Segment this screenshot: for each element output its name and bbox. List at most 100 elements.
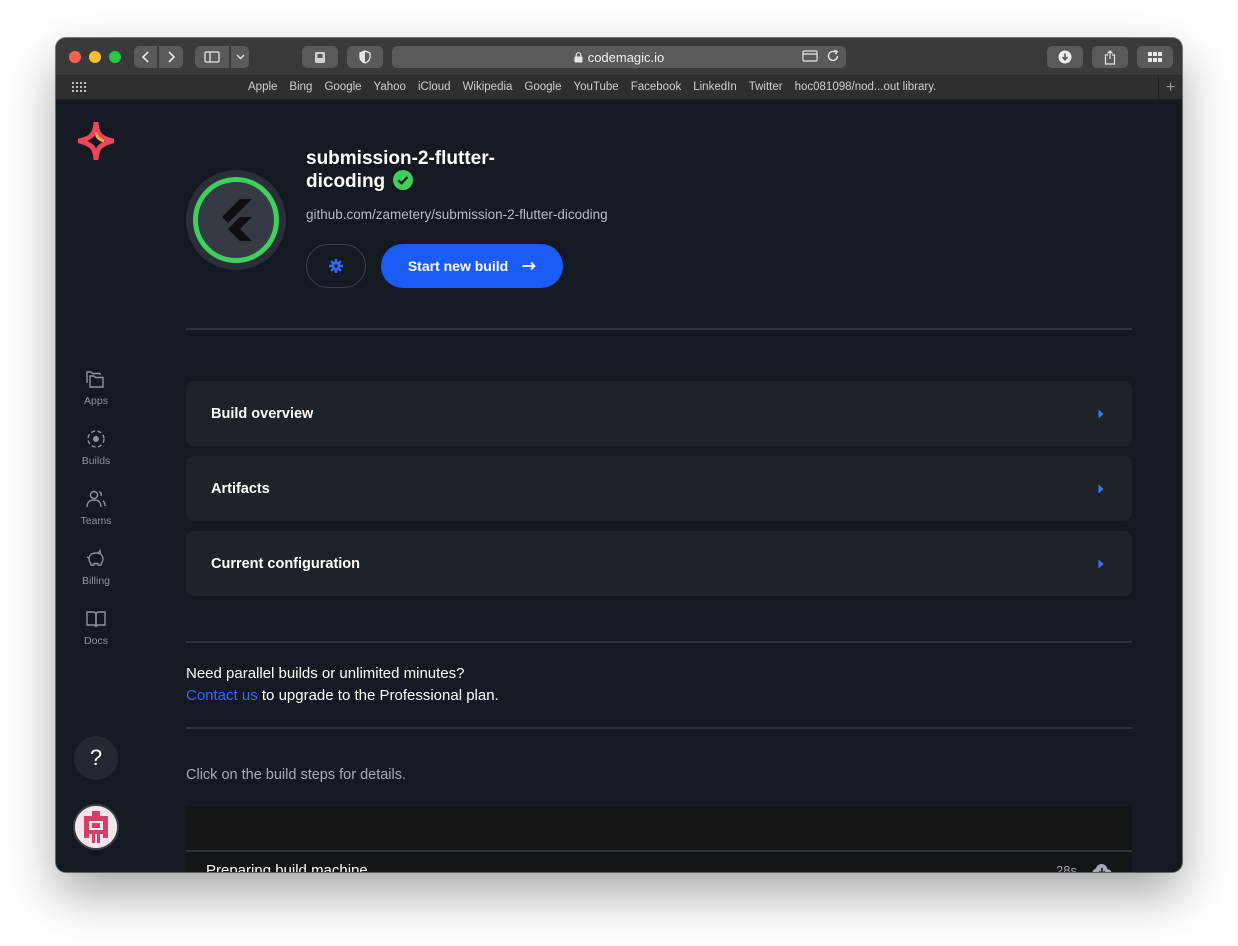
panel-title: Build overview [211, 405, 314, 422]
builds-icon [87, 430, 105, 448]
favorite-link[interactable]: Bing [289, 81, 312, 93]
new-tab-button[interactable]: + [1158, 76, 1182, 100]
app-name-line1: submission-2-flutter- [306, 148, 495, 169]
chevron-right-icon [168, 51, 176, 63]
favorites-bar: Apple Bing Google Yahoo iCloud Wikipedia… [56, 76, 1182, 100]
extension-icon [315, 51, 325, 63]
book-icon [86, 611, 106, 628]
sidebar-item-label: Builds [81, 455, 111, 467]
panel-title: Artifacts [211, 480, 270, 497]
sidebar-item-teams[interactable]: Teams [56, 488, 136, 548]
folders-icon [86, 371, 104, 388]
grid-icon [1148, 52, 1162, 62]
favorite-link[interactable]: Yahoo [374, 81, 406, 93]
upgrade-question: Need parallel builds or unlimited minute… [186, 665, 465, 682]
cloud-download-icon[interactable] [1092, 863, 1112, 872]
caret-right-icon [1098, 484, 1104, 493]
caret-right-icon [1098, 409, 1104, 418]
favorite-link[interactable]: Twitter [749, 81, 783, 93]
build-steps-hint: Click on the build steps for details. [186, 767, 407, 783]
flutter-icon [222, 199, 252, 241]
favorite-link[interactable]: Wikipedia [463, 81, 513, 93]
help-label: ? [89, 745, 103, 770]
sidebar-item-label: Teams [80, 515, 112, 527]
favorite-link[interactable]: Apple [248, 81, 277, 93]
address-url: codemagic.io [587, 49, 665, 65]
divider [186, 328, 1132, 330]
panel-artifacts[interactable]: Artifacts [186, 456, 1132, 521]
build-step-duration: 28s [1056, 863, 1077, 872]
main-content: submission-2-flutter- dicoding github.co… [186, 100, 1132, 872]
piggy-bank-icon [86, 548, 104, 566]
contact-us-link[interactable]: Contact us [186, 687, 258, 704]
favorite-link[interactable]: hoc081098/nod...out library. [795, 81, 937, 93]
sidebar-item-label: Docs [84, 635, 108, 647]
extension-button[interactable] [302, 46, 338, 68]
sidebar-item-billing[interactable]: Billing [56, 548, 136, 608]
user-avatar-icon [75, 806, 117, 848]
upgrade-message: to upgrade to the Professional plan. [257, 687, 499, 704]
divider [186, 850, 1132, 852]
share-button[interactable] [1092, 46, 1128, 68]
tab-overview-button[interactable] [1137, 46, 1173, 68]
sidebar-nav: Apps Builds Teams Billing Docs [56, 368, 136, 668]
close-window-button[interactable] [69, 51, 81, 63]
divider [186, 641, 1132, 643]
repository-link[interactable]: github.com/zametery/submission-2-flutter… [306, 207, 608, 222]
plus-icon: + [1165, 79, 1176, 96]
app-title: submission-2-flutter- dicoding [306, 148, 546, 193]
team-icon [86, 490, 106, 508]
address-bar[interactable]: codemagic.io [392, 46, 846, 68]
apps-grid-icon[interactable] [72, 82, 86, 93]
chevron-down-icon [236, 54, 244, 60]
build-step-row[interactable]: Preparing build machine 28s [186, 862, 1132, 872]
sidebar-item-label: Apps [84, 395, 108, 407]
start-build-label: Start new build [407, 258, 509, 274]
sidebar-item-label: Billing [81, 575, 110, 587]
app-name-line2: dicoding [306, 171, 386, 192]
zoom-window-button[interactable] [109, 51, 121, 63]
favorite-link[interactable]: Google [324, 81, 361, 93]
avatar[interactable] [73, 804, 119, 850]
build-steps-container: Preparing build machine 28s [186, 806, 1132, 872]
caret-right-icon [1098, 559, 1104, 568]
browser-window: codemagic.io Apple Bing Google Yahoo iCl… [56, 38, 1182, 872]
sidebar-menu-button[interactable] [231, 46, 249, 68]
verified-check-icon [393, 170, 414, 190]
favorite-link[interactable]: Facebook [631, 81, 682, 93]
panel-build-overview[interactable]: Build overview [186, 381, 1132, 446]
shield-icon [359, 50, 371, 64]
forward-button[interactable] [159, 46, 183, 68]
lock-icon [574, 51, 583, 62]
browser-titlebar: codemagic.io [56, 38, 1182, 76]
upgrade-notice: Need parallel builds or unlimited minute… [186, 663, 499, 707]
favorite-link[interactable]: YouTube [574, 81, 619, 93]
codemagic-logo[interactable] [78, 122, 114, 160]
chevron-left-icon [141, 51, 149, 63]
help-button[interactable]: ? [74, 736, 118, 780]
reader-icon[interactable] [802, 49, 818, 63]
sidebar-item-apps[interactable]: Apps [56, 368, 136, 428]
favorite-link[interactable]: LinkedIn [693, 81, 736, 93]
build-step-name: Preparing build machine [206, 862, 368, 872]
back-button[interactable] [134, 46, 157, 68]
app-icon [186, 170, 286, 270]
sidebar-item-docs[interactable]: Docs [56, 608, 136, 668]
codemagic-app: Apps Builds Teams Billing Docs ? submiss… [56, 100, 1182, 872]
download-icon [1058, 50, 1072, 64]
favorite-link[interactable]: iCloud [418, 81, 451, 93]
privacy-button[interactable] [347, 46, 383, 68]
gear-icon [329, 259, 343, 273]
reload-icon[interactable] [826, 49, 840, 63]
sidebar-toggle-button[interactable] [195, 46, 229, 68]
panel-current-configuration[interactable]: Current configuration [186, 531, 1132, 596]
start-new-build-button[interactable]: Start new build [381, 244, 563, 288]
favorite-link[interactable]: Google [524, 81, 561, 93]
sidebar-item-builds[interactable]: Builds [56, 428, 136, 488]
downloads-button[interactable] [1047, 46, 1083, 68]
share-icon [1104, 49, 1116, 65]
divider [186, 727, 1132, 729]
sidebar-icon [204, 51, 220, 63]
settings-button[interactable] [306, 244, 366, 288]
minimize-window-button[interactable] [89, 51, 101, 63]
